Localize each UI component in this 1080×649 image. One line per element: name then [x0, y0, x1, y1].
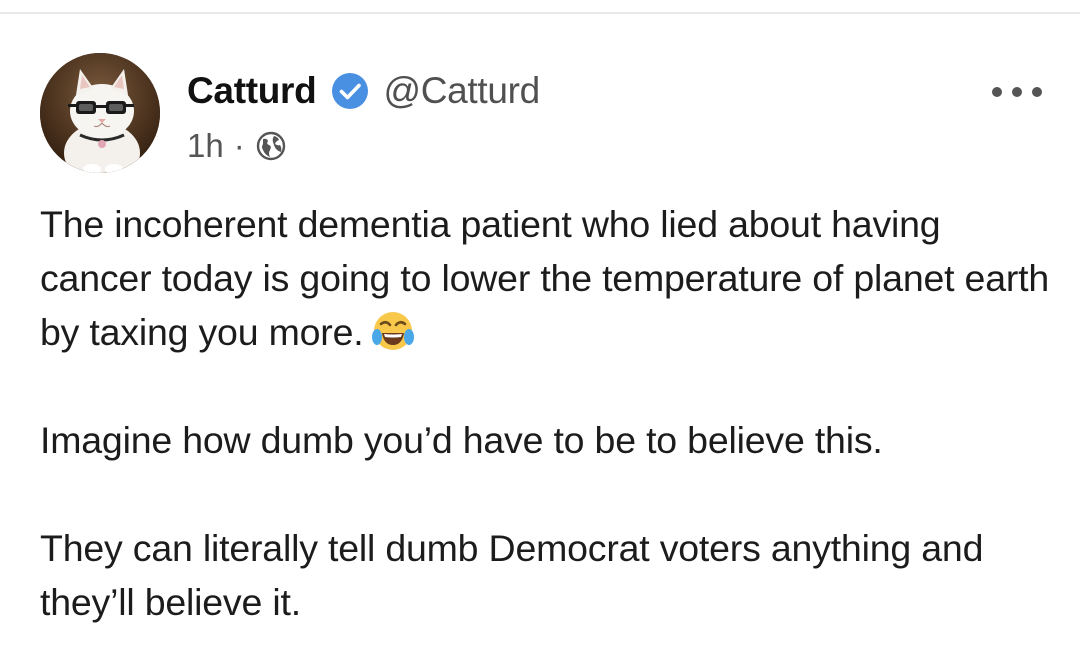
- post-card: Catturd @Catturd 1h · The incoherent dem…: [0, 0, 1080, 649]
- post-meta: 1h ·: [187, 124, 287, 168]
- verified-badge-icon: [330, 71, 370, 111]
- post-paragraph: They can literally tell dumb Democrat vo…: [40, 527, 994, 623]
- post-paragraph-text: The incoherent dementia patient who lied…: [40, 203, 1060, 353]
- face-with-tears-of-joy-emoji: [371, 309, 415, 353]
- globe-icon: [255, 130, 287, 162]
- more-options-button[interactable]: [992, 80, 1042, 104]
- avatar[interactable]: [40, 53, 160, 173]
- post-paragraph: The incoherent dementia patient who lied…: [40, 197, 1050, 359]
- timestamp[interactable]: 1h: [187, 127, 224, 165]
- meta-separator: ·: [233, 127, 245, 164]
- more-dots-icon: [992, 87, 1002, 97]
- post-header: Catturd @Catturd: [187, 68, 540, 114]
- author-display-name[interactable]: Catturd: [187, 70, 317, 112]
- more-dots-icon: [1012, 87, 1022, 97]
- more-dots-icon: [1032, 87, 1042, 97]
- post-body: The incoherent dementia patient who lied…: [40, 197, 1050, 629]
- author-handle[interactable]: @Catturd: [383, 70, 540, 112]
- post-paragraph: Imagine how dumb you’d have to be to bel…: [40, 419, 883, 461]
- cat-with-glasses-avatar: [40, 53, 160, 173]
